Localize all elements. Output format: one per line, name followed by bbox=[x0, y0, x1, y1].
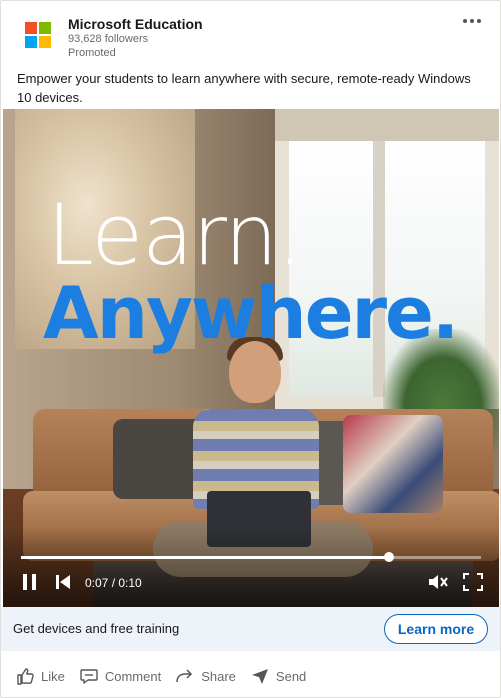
logo-green-square bbox=[39, 22, 51, 34]
video-progress-thumb[interactable] bbox=[384, 552, 394, 562]
more-options-button[interactable] bbox=[458, 11, 486, 31]
cta-text: Get devices and free training bbox=[13, 621, 180, 636]
fullscreen-icon bbox=[463, 573, 483, 591]
video-headline-anywhere: Anywhere. bbox=[43, 271, 459, 355]
mute-button[interactable] bbox=[427, 573, 449, 591]
send-button[interactable]: Send bbox=[250, 660, 306, 692]
comment-button[interactable]: Comment bbox=[79, 660, 161, 692]
video-player[interactable]: Learn. Anywhere. 0:07 / 0:10 bbox=[3, 109, 499, 607]
muted-speaker-icon bbox=[429, 575, 448, 589]
skip-back-button[interactable] bbox=[55, 573, 71, 591]
share-icon bbox=[176, 669, 193, 683]
pause-bar-right bbox=[32, 574, 36, 590]
video-headline-learn: Learn. bbox=[47, 186, 303, 284]
learn-more-button[interactable]: Learn more bbox=[384, 614, 488, 644]
pause-button[interactable] bbox=[21, 573, 39, 591]
scene-patchwork-pillow bbox=[343, 415, 443, 513]
share-button[interactable]: Share bbox=[175, 660, 236, 692]
logo-red-square bbox=[25, 22, 37, 34]
comment-icon bbox=[80, 669, 98, 684]
logo-yellow-square bbox=[39, 36, 51, 48]
video-time: 0:07 / 0:10 bbox=[85, 576, 142, 590]
like-icon bbox=[17, 668, 34, 685]
like-button[interactable]: Like bbox=[15, 660, 65, 692]
scene-blind bbox=[275, 109, 499, 141]
skip-back-icon bbox=[56, 575, 70, 589]
video-progress-fill bbox=[21, 556, 389, 559]
follower-count: 93,628 followers bbox=[68, 33, 149, 45]
promoted-label: Promoted bbox=[68, 47, 116, 59]
send-icon bbox=[251, 669, 268, 684]
dot-icon bbox=[470, 19, 474, 23]
company-name-link[interactable]: Microsoft Education bbox=[68, 16, 203, 32]
logo-blue-square bbox=[25, 36, 37, 48]
dot-icon bbox=[477, 19, 481, 23]
video-controls-shade bbox=[3, 527, 499, 607]
fullscreen-button[interactable] bbox=[463, 573, 483, 591]
microsoft-logo-icon[interactable] bbox=[25, 22, 51, 48]
dot-icon bbox=[463, 19, 467, 23]
sponsored-post-card: Microsoft Education 93,628 followers Pro… bbox=[0, 0, 501, 698]
cta-bar: Get devices and free training Learn more bbox=[1, 607, 500, 651]
pause-bar-left bbox=[23, 574, 27, 590]
post-text: Empower your students to learn anywhere … bbox=[17, 71, 471, 105]
send-label: Send bbox=[275, 668, 307, 684]
video-progress-bar[interactable] bbox=[21, 552, 481, 562]
like-label: Like bbox=[41, 668, 65, 684]
share-label: Share bbox=[201, 668, 236, 684]
comment-label: Comment bbox=[104, 668, 162, 684]
social-actions-bar: Like Comment Share Send bbox=[1, 657, 500, 695]
post-header: Microsoft Education 93,628 followers Pro… bbox=[1, 1, 500, 65]
